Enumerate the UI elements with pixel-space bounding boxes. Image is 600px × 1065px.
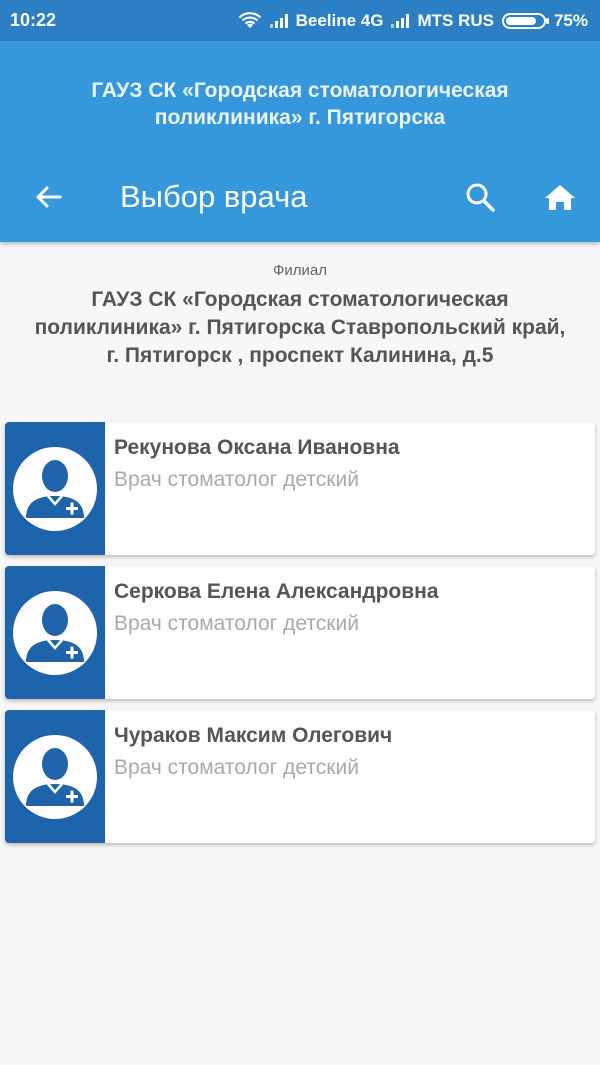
toolbar: Выбор врача <box>0 163 600 233</box>
battery-percent: 75% <box>553 10 588 30</box>
doctor-name: Рекунова Оксана Ивановна <box>114 436 400 459</box>
doctor-avatar-panel <box>5 710 105 843</box>
doctor-name: Чураков Максим Олегович <box>114 724 393 747</box>
doctor-role: Врач стоматолог детский <box>114 468 359 491</box>
doctor-avatar-icon <box>13 446 97 531</box>
doctor-role: Врач стоматолог детский <box>114 612 359 635</box>
doctor-role: Врач стоматолог детский <box>114 756 359 779</box>
doctor-list: Рекунова Оксана Ивановна Врач стоматолог… <box>5 422 595 854</box>
doctor-avatar-panel <box>5 422 105 555</box>
status-bar: 10:22 Beeline 4G MTS RUS 75% <box>0 0 600 41</box>
carrier-1: Beeline 4G <box>295 10 384 30</box>
doctor-card[interactable]: Рекунова Оксана Ивановна Врач стоматолог… <box>5 422 595 555</box>
status-indicators: Beeline 4G MTS RUS 75% <box>238 11 588 31</box>
back-button[interactable] <box>28 177 68 217</box>
home-button[interactable] <box>540 177 580 217</box>
wifi-icon <box>238 11 261 28</box>
branch-label: Филиал <box>272 262 327 279</box>
organization-title: ГАУЗ СК «Городская стоматологическая пол… <box>91 79 509 129</box>
signal-icon <box>269 13 288 28</box>
doctor-card[interactable]: Чураков Максим Олегович Врач стоматолог … <box>5 710 595 843</box>
signal-icon <box>391 13 410 28</box>
doctor-name: Серкова Елена Александровна <box>114 580 439 603</box>
arrow-left-icon <box>36 186 62 208</box>
search-button[interactable] <box>460 177 500 217</box>
app-header: ГАУЗ СК «Городская стоматологическая пол… <box>0 41 600 242</box>
doctor-avatar-panel <box>5 566 105 699</box>
battery-icon <box>501 12 549 29</box>
carrier-2: MTS RUS <box>417 10 494 30</box>
page-title: Выбор врача <box>120 179 308 214</box>
app-screen: 10:22 Beeline 4G MTS RUS 75% ГАУЗ СК «Го… <box>0 0 600 1065</box>
status-time: 10:22 <box>10 10 57 30</box>
doctor-avatar-icon <box>13 590 97 675</box>
branch-name: ГАУЗ СК «Городская стоматологическая пол… <box>34 288 566 367</box>
doctor-avatar-icon <box>13 734 97 819</box>
home-icon <box>545 185 575 210</box>
doctor-card[interactable]: Серкова Елена Александровна Врач стомато… <box>5 566 595 699</box>
search-icon <box>466 183 495 212</box>
